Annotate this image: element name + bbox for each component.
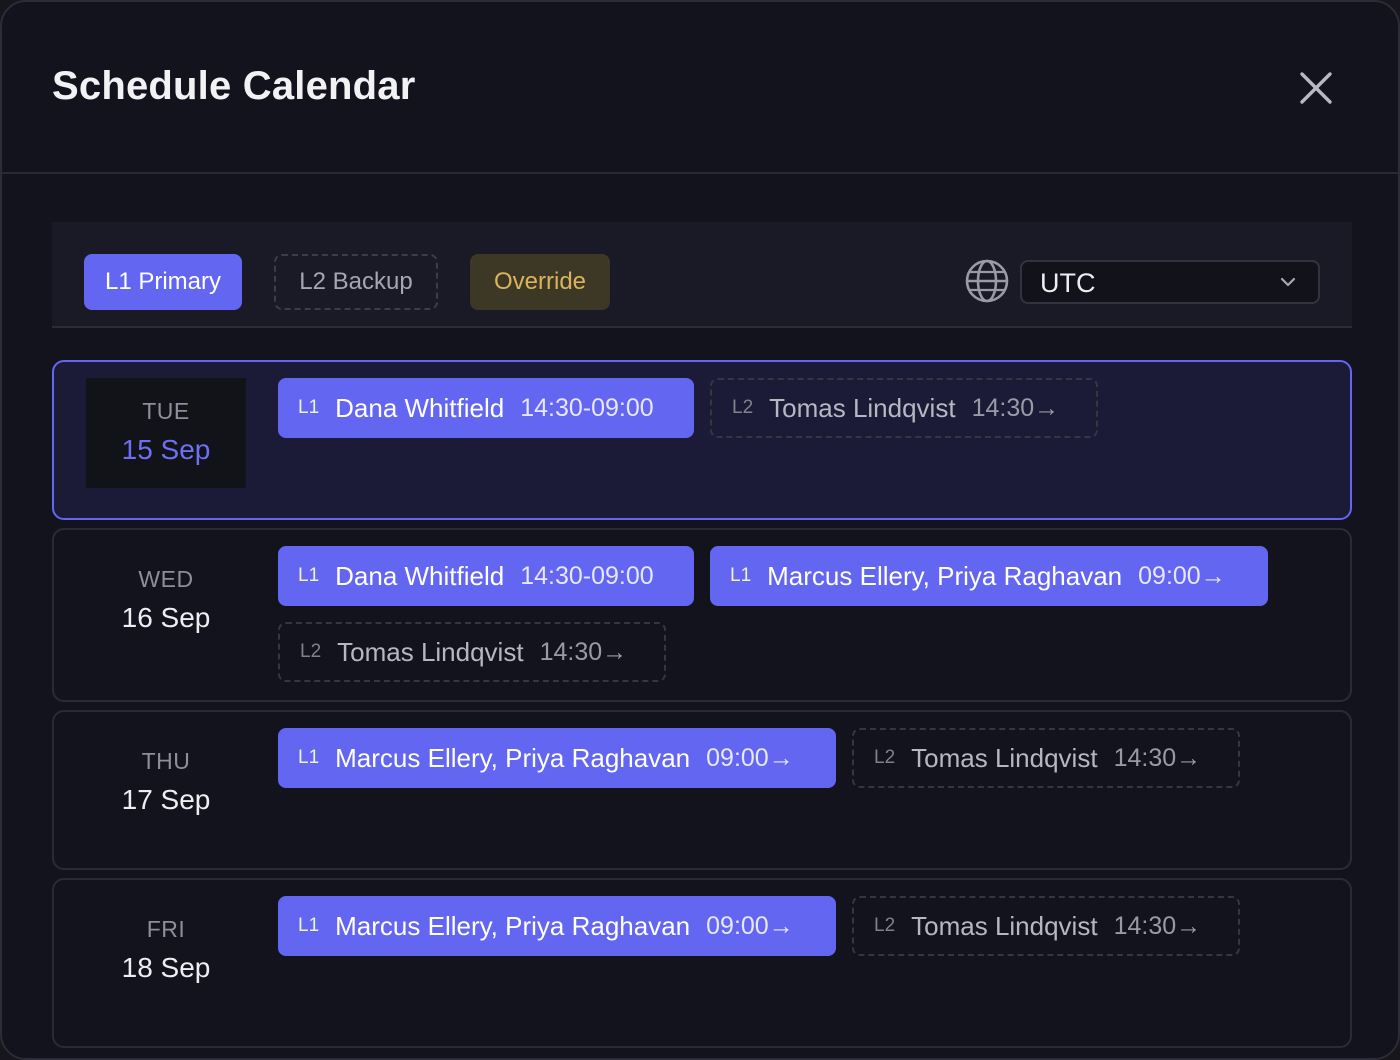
- day-row-thu-17-sep[interactable]: THU 17 Sep L1 Marcus Ellery, Priya Ragha…: [52, 710, 1352, 870]
- shift-assignee: Tomas Lindqvist: [337, 636, 524, 667]
- shift-l1[interactable]: L1 Marcus Ellery, Priya Raghavan 09:00→: [710, 546, 1268, 606]
- day-row-fri-18-sep[interactable]: FRI 18 Sep L1 Marcus Ellery, Priya Ragha…: [52, 878, 1352, 1048]
- timezone-value: UTC: [1040, 268, 1096, 298]
- day-date: 17 Sep: [121, 784, 211, 815]
- filter-override[interactable]: Override: [470, 254, 610, 310]
- day-date: 16 Sep: [121, 602, 211, 633]
- level-badge: L2: [874, 915, 896, 936]
- filter-l2-backup[interactable]: L2 Backup: [274, 254, 438, 310]
- level-badge: L1: [298, 565, 320, 586]
- shift-time: 09:00→: [706, 911, 794, 940]
- shift-l2[interactable]: L2 Tomas Lindqvist 14:30→: [852, 728, 1240, 788]
- shift-l1[interactable]: L1 Marcus Ellery, Priya Raghavan 09:00→: [278, 896, 836, 956]
- date-block: WED 16 Sep: [86, 546, 246, 656]
- shift-time: 09:00→: [1138, 561, 1226, 590]
- shift-l2[interactable]: L2 Tomas Lindqvist 14:30→: [278, 622, 666, 682]
- shift-l2[interactable]: L2 Tomas Lindqvist 14:30→: [710, 378, 1098, 438]
- date-block: FRI 18 Sep: [86, 896, 246, 1006]
- level-badge: L1: [298, 747, 320, 768]
- level-badge: L1: [298, 915, 320, 936]
- shift-assignee: Marcus Ellery, Priya Raghavan: [335, 910, 691, 941]
- schedule-calendar-modal: Schedule Calendar L1 Primary L2 Backup O…: [0, 0, 1400, 1060]
- modal-title: Schedule Calendar: [52, 64, 416, 108]
- day-of-week: TUE: [142, 398, 190, 424]
- shift-assignee: Marcus Ellery, Priya Raghavan: [335, 742, 691, 773]
- day-of-week: WED: [138, 566, 194, 592]
- date-block: THU 17 Sep: [86, 728, 246, 838]
- day-date: 18 Sep: [121, 952, 211, 983]
- day-row-tue-15-sep[interactable]: TUE 15 Sep L1 Dana Whitfield 14:30-09:00…: [52, 360, 1352, 520]
- shift-time: 14:30→: [971, 393, 1060, 422]
- day-row-wed-16-sep[interactable]: WED 16 Sep L1 Dana Whitfield 14:30-09:00…: [52, 528, 1352, 702]
- shift-assignee: Dana Whitfield: [335, 392, 505, 423]
- shift-time: 14:30→: [1113, 911, 1202, 940]
- shift-l1[interactable]: L1 Dana Whitfield 14:30-09:00: [278, 378, 694, 438]
- shift-l1[interactable]: L1 Marcus Ellery, Priya Raghavan 09:00→: [278, 728, 836, 788]
- shift-assignee: Marcus Ellery, Priya Raghavan: [767, 560, 1123, 591]
- shift-assignee: Dana Whitfield: [335, 560, 505, 591]
- globe-icon: [965, 259, 1009, 303]
- shift-time: 14:30→: [539, 637, 628, 666]
- date-block: TUE 15 Sep: [86, 378, 246, 488]
- chevron-down-icon: [1280, 277, 1296, 287]
- filter-toolbar: L1 Primary L2 Backup Override UTC: [52, 222, 1352, 328]
- shift-time: 14:30→: [1113, 743, 1202, 772]
- timezone-select[interactable]: UTC: [1020, 260, 1320, 304]
- shift-time: 14:30-09:00: [520, 561, 654, 590]
- day-date: 15 Sep: [121, 434, 211, 465]
- level-badge: L2: [300, 641, 322, 662]
- level-badge: L2: [732, 397, 754, 418]
- shift-l2[interactable]: L2 Tomas Lindqvist 14:30→: [852, 896, 1240, 956]
- shift-time: 09:00→: [706, 743, 794, 772]
- day-of-week: FRI: [146, 916, 186, 942]
- day-of-week: THU: [141, 748, 191, 774]
- close-icon: [1300, 72, 1332, 104]
- level-badge: L1: [298, 397, 320, 418]
- level-badge: L2: [874, 747, 896, 768]
- modal-header: Schedule Calendar: [2, 2, 1398, 174]
- level-badge: L1: [730, 565, 752, 586]
- close-button[interactable]: [1294, 66, 1338, 110]
- filter-l1-primary[interactable]: L1 Primary: [84, 254, 242, 310]
- shift-time: 14:30-09:00: [520, 393, 654, 422]
- shift-assignee: Tomas Lindqvist: [911, 742, 1098, 773]
- shift-assignee: Tomas Lindqvist: [769, 392, 956, 423]
- shift-assignee: Tomas Lindqvist: [911, 910, 1098, 941]
- shift-l1[interactable]: L1 Dana Whitfield 14:30-09:00: [278, 546, 694, 606]
